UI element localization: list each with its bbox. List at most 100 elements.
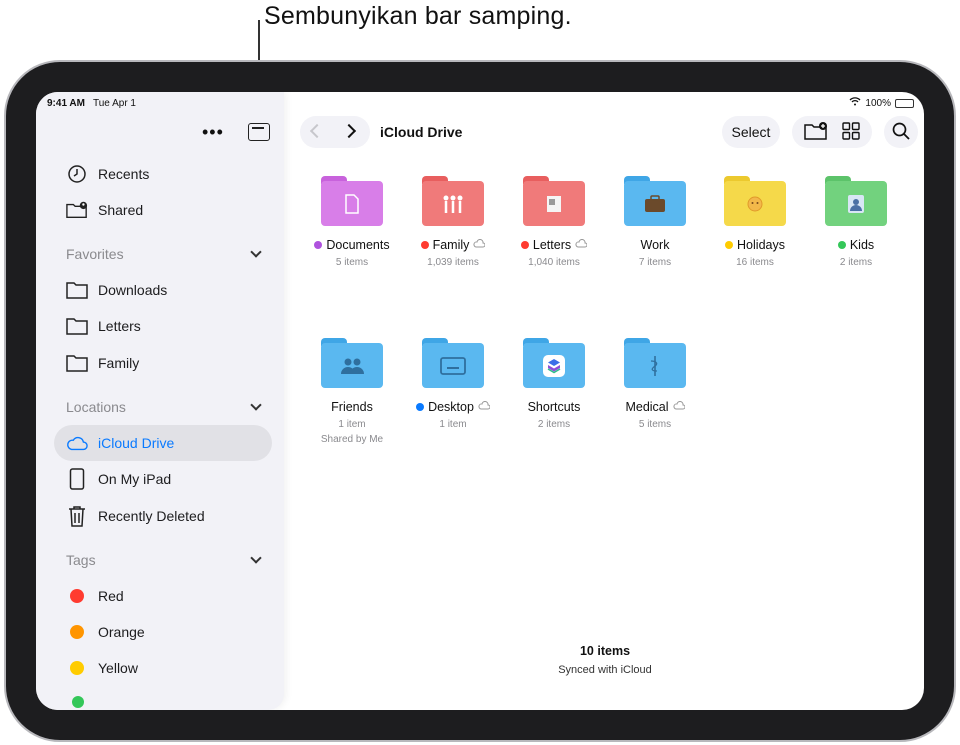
red-tag-dot <box>420 241 429 249</box>
folder-item[interactable]: Work 7 items <box>605 176 705 270</box>
grid-view-icon[interactable] <box>842 121 860 143</box>
sidebar-item-icloud-drive[interactable]: iCloud Drive <box>54 425 272 461</box>
cloud-download-icon <box>672 400 686 414</box>
folder-icon <box>66 352 88 374</box>
sidebar-item-label: Family <box>98 355 140 371</box>
folder-icon <box>422 338 484 388</box>
sidebar-item-label: Orange <box>98 624 145 640</box>
red-tag-dot <box>70 589 84 603</box>
sidebar-item-label: On My iPad <box>98 471 172 487</box>
chevron-down-icon[interactable] <box>250 399 262 411</box>
desktop-icon <box>440 354 466 378</box>
medical-icon <box>642 354 668 378</box>
toolbar-actions <box>792 116 872 148</box>
folder-shared-status: Shared by Me <box>320 434 384 445</box>
folder-item[interactable]: Desktop 1 item <box>403 338 503 432</box>
sidebar-item-label: iCloud Drive <box>98 435 175 451</box>
folder-meta: 5 items <box>638 419 672 430</box>
clock-icon <box>66 163 88 185</box>
sidebar-item-label: Red <box>98 588 124 604</box>
folder-icon <box>523 176 585 226</box>
folder-item[interactable]: Shortcuts 2 items <box>504 338 604 432</box>
sidebar-item-recents[interactable]: Recents <box>54 156 272 192</box>
tags-header[interactable]: Tags <box>66 552 266 568</box>
sidebar-item-label: Shared <box>98 202 144 218</box>
ipad-screen: ••• Recents Shared Favorites Downloads L… <box>36 92 924 710</box>
folder-item[interactable]: Documents 5 items <box>302 176 402 270</box>
sidebar-tag-yellow[interactable]: Yellow <box>54 650 272 686</box>
folder-item[interactable]: Letters 1,040 items <box>504 176 604 270</box>
orange-tag-dot <box>70 625 84 639</box>
folder-meta: 7 items <box>638 257 672 268</box>
folder-icon <box>825 176 887 226</box>
sidebar-tag-orange[interactable]: Orange <box>54 614 272 650</box>
green-tag-dot <box>72 696 84 708</box>
folder-item[interactable]: Friends 1 item Shared by Me <box>302 338 402 447</box>
folder-meta: 16 items <box>736 257 774 268</box>
yellow-tag-dot <box>70 661 84 675</box>
folder-name: Friends <box>331 400 373 414</box>
folder-icon <box>422 176 484 226</box>
sidebar-item-downloads[interactable]: Downloads <box>54 272 272 308</box>
folder-name: Desktop <box>428 400 474 414</box>
cloud-download-icon <box>473 238 486 252</box>
sidebar: ••• Recents Shared Favorites Downloads L… <box>36 92 284 710</box>
chevron-down-icon[interactable] <box>250 552 262 564</box>
people-icon <box>339 354 365 378</box>
select-button[interactable]: Select <box>722 116 780 148</box>
search-button[interactable] <box>884 116 918 148</box>
sidebar-item-label: Letters <box>98 318 141 334</box>
sidebar-item-family[interactable]: Family <box>54 345 272 381</box>
briefcase-icon <box>642 192 668 216</box>
sidebar-item-recently-deleted[interactable]: Recently Deleted <box>54 498 272 534</box>
green-tag-dot <box>837 241 846 249</box>
shared-folder-icon <box>66 199 88 221</box>
purple-tag-dot <box>314 241 323 249</box>
blue-tag-dot <box>416 403 425 411</box>
shortcuts-icon <box>541 354 567 378</box>
sync-status: Synced with iCloud <box>558 664 652 676</box>
folder-name: Shortcuts <box>527 400 581 414</box>
sidebar-toggle-icon[interactable] <box>248 123 270 141</box>
folder-icon <box>321 338 383 388</box>
search-icon <box>892 122 910 143</box>
cloud-icon <box>66 432 88 454</box>
favorites-header[interactable]: Favorites <box>66 246 266 262</box>
sidebar-item-letters[interactable]: Letters <box>54 308 272 344</box>
document-icon <box>339 192 365 216</box>
wifi-icon <box>849 97 861 109</box>
folder-item[interactable]: Holidays 16 items <box>705 176 805 270</box>
red-tag-dot <box>520 241 529 249</box>
sidebar-item-on-my-ipad[interactable]: On My iPad <box>54 461 272 497</box>
folder-meta: 1 item <box>439 419 467 430</box>
folder-name: Kids <box>849 238 875 252</box>
folder-item[interactable]: Family 1,039 items <box>403 176 503 270</box>
folder-icon <box>66 279 88 301</box>
folder-name: Documents <box>326 238 390 252</box>
folder-meta: 1 item <box>338 419 366 430</box>
folder-name: Letters <box>532 238 572 252</box>
trash-icon <box>66 505 88 527</box>
cloud-download-icon <box>478 400 491 414</box>
folder-icon <box>66 315 88 337</box>
locations-header[interactable]: Locations <box>66 399 266 415</box>
sidebar-item-shared[interactable]: Shared <box>54 192 272 228</box>
sidebar-item-label: Downloads <box>98 282 168 298</box>
folder-icon <box>321 176 383 226</box>
new-folder-icon[interactable] <box>804 121 828 143</box>
folder-icon <box>624 338 686 388</box>
nav-buttons <box>300 116 370 148</box>
yellow-tag-dot <box>725 241 734 249</box>
folder-item[interactable]: Kids 2 items <box>806 176 906 270</box>
more-icon[interactable]: ••• <box>202 122 224 143</box>
chevron-down-icon[interactable] <box>250 246 262 258</box>
sidebar-item-label: Recently Deleted <box>98 508 205 524</box>
back-icon[interactable] <box>309 123 325 139</box>
folder-meta: 1,040 items <box>528 257 580 268</box>
status-date: Tue Apr 1 <box>93 98 136 109</box>
cloud-download-icon <box>575 238 588 252</box>
sidebar-tag-red[interactable]: Red <box>54 578 272 614</box>
forward-icon[interactable] <box>341 123 357 139</box>
folder-icon <box>624 176 686 226</box>
folder-item[interactable]: Medical 5 items <box>605 338 705 432</box>
